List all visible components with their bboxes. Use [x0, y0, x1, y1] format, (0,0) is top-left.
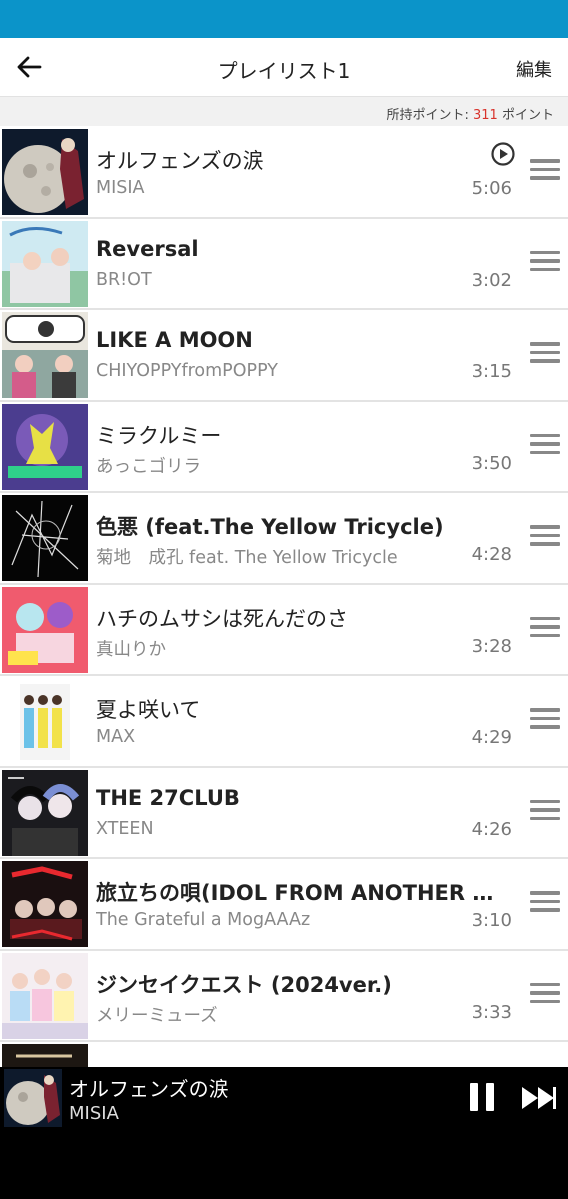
- track-title: 色悪 (feat.The Yellow Tricycle): [96, 515, 444, 539]
- drag-handle-icon[interactable]: [530, 982, 560, 1007]
- track-row[interactable]: [0, 1042, 568, 1067]
- drag-handle-icon[interactable]: [530, 799, 560, 824]
- album-art: [2, 403, 88, 490]
- drag-handle-icon[interactable]: [530, 525, 560, 549]
- now-playing-album-art: [4, 1069, 62, 1127]
- track-artist: 真山りか: [96, 639, 166, 660]
- now-playing-title: オルフェンズの涙: [69, 1077, 229, 1101]
- album-art: [2, 1044, 88, 1067]
- track-artist: XTEEN: [96, 818, 154, 839]
- album-art: [2, 769, 88, 856]
- drag-handle-icon[interactable]: [530, 891, 560, 915]
- points-unit: ポイント: [501, 108, 554, 123]
- drag-handle-icon[interactable]: [530, 708, 560, 732]
- track-artist: メリーミューズ: [96, 1005, 218, 1026]
- track-duration: 4:28: [471, 544, 512, 565]
- track-row[interactable]: 色悪 (feat.The Yellow Tricycle) 菊地 成孔 feat…: [0, 493, 568, 585]
- points-bar: 所持ポイント: 311 ポイント: [0, 96, 568, 126]
- album-art: [2, 678, 88, 764]
- points-label: 所持ポイント:: [386, 108, 469, 123]
- track-row[interactable]: 夏よ咲いて MAX 4:29: [0, 676, 568, 768]
- track-artist: 菊地 成孔 feat. The Yellow Tricycle: [96, 548, 398, 568]
- points-value: 311: [473, 108, 498, 123]
- arrow-left-icon: [17, 56, 42, 78]
- mini-player[interactable]: オルフェンズの涙 MISIA: [0, 1067, 568, 1199]
- drag-handle-icon[interactable]: [530, 250, 560, 275]
- track-list: オルフェンズの涙 MISIA 5:06 Reversal BR!OT 3:02 …: [0, 127, 568, 1067]
- track-title: LIKE A MOON: [96, 328, 253, 352]
- now-playing-artist: MISIA: [69, 1103, 119, 1124]
- skip-next-button[interactable]: [520, 1085, 558, 1111]
- track-artist: BR!OT: [96, 269, 152, 290]
- track-duration: 3:50: [471, 452, 512, 474]
- album-art: [2, 586, 88, 673]
- track-title: Reversal: [96, 236, 199, 261]
- track-duration: 3:33: [471, 1001, 512, 1023]
- track-duration: 3:10: [471, 910, 512, 931]
- track-duration: 5:06: [471, 178, 512, 199]
- album-art: [2, 952, 88, 1039]
- track-title: 旅立ちの唄(IDOL FROM ANOTHER P...: [96, 881, 496, 905]
- page-title: プレイリスト1: [217, 59, 351, 83]
- track-title: ミラクルミー: [96, 423, 222, 448]
- album-art: [2, 129, 88, 215]
- track-row[interactable]: THE 27CLUB XTEEN 4:26: [0, 768, 568, 859]
- album-art: [2, 220, 88, 307]
- track-title: オルフェンズの涙: [96, 149, 264, 173]
- track-artist: The Grateful a MogAAAz: [96, 910, 311, 930]
- skip-next-icon: [522, 1087, 556, 1109]
- album-art: [2, 495, 88, 581]
- track-title: 夏よ咲いて: [96, 698, 201, 722]
- pause-button[interactable]: [466, 1081, 498, 1113]
- track-row[interactable]: LIKE A MOON CHIYOPPYfromPOPPY 3:15: [0, 310, 568, 402]
- track-artist: MAX: [96, 727, 136, 747]
- track-artist: MISIA: [96, 178, 145, 198]
- track-row[interactable]: ハチのムサシは死んだのさ 真山りか 3:28: [0, 585, 568, 676]
- track-title: THE 27CLUB: [96, 785, 240, 810]
- app-header: プレイリスト1 編集: [0, 38, 568, 96]
- track-duration: 3:15: [471, 361, 512, 382]
- track-artist: あっこゴリラ: [96, 456, 201, 477]
- points-display: 所持ポイント: 311 ポイント: [386, 104, 554, 123]
- drag-handle-icon[interactable]: [530, 616, 560, 641]
- track-duration: 4:26: [471, 818, 512, 840]
- album-art: [2, 861, 88, 947]
- track-artist: CHIYOPPYfromPOPPY: [96, 361, 278, 381]
- track-title: ジンセイクエスト (2024ver.): [96, 972, 392, 997]
- status-bar: [0, 0, 568, 38]
- pause-icon: [470, 1083, 494, 1111]
- back-button[interactable]: [16, 50, 64, 84]
- track-row[interactable]: 旅立ちの唄(IDOL FROM ANOTHER P... The Gratefu…: [0, 859, 568, 951]
- track-duration: 4:29: [471, 727, 512, 748]
- track-duration: 3:28: [471, 635, 512, 657]
- drag-handle-icon[interactable]: [530, 433, 560, 458]
- track-row[interactable]: ジンセイクエスト (2024ver.) メリーミューズ 3:33: [0, 951, 568, 1042]
- track-title: ハチのムサシは死んだのさ: [96, 606, 348, 631]
- edit-button[interactable]: 編集: [516, 56, 552, 82]
- track-row[interactable]: Reversal BR!OT 3:02: [0, 219, 568, 310]
- track-row[interactable]: ミラクルミー あっこゴリラ 3:50: [0, 402, 568, 493]
- album-art: [2, 312, 88, 398]
- track-duration: 3:02: [471, 269, 512, 291]
- now-playing-icon: [491, 142, 515, 166]
- drag-handle-icon[interactable]: [530, 342, 560, 366]
- drag-handle-icon[interactable]: [530, 159, 560, 183]
- track-row[interactable]: オルフェンズの涙 MISIA 5:06: [0, 127, 568, 219]
